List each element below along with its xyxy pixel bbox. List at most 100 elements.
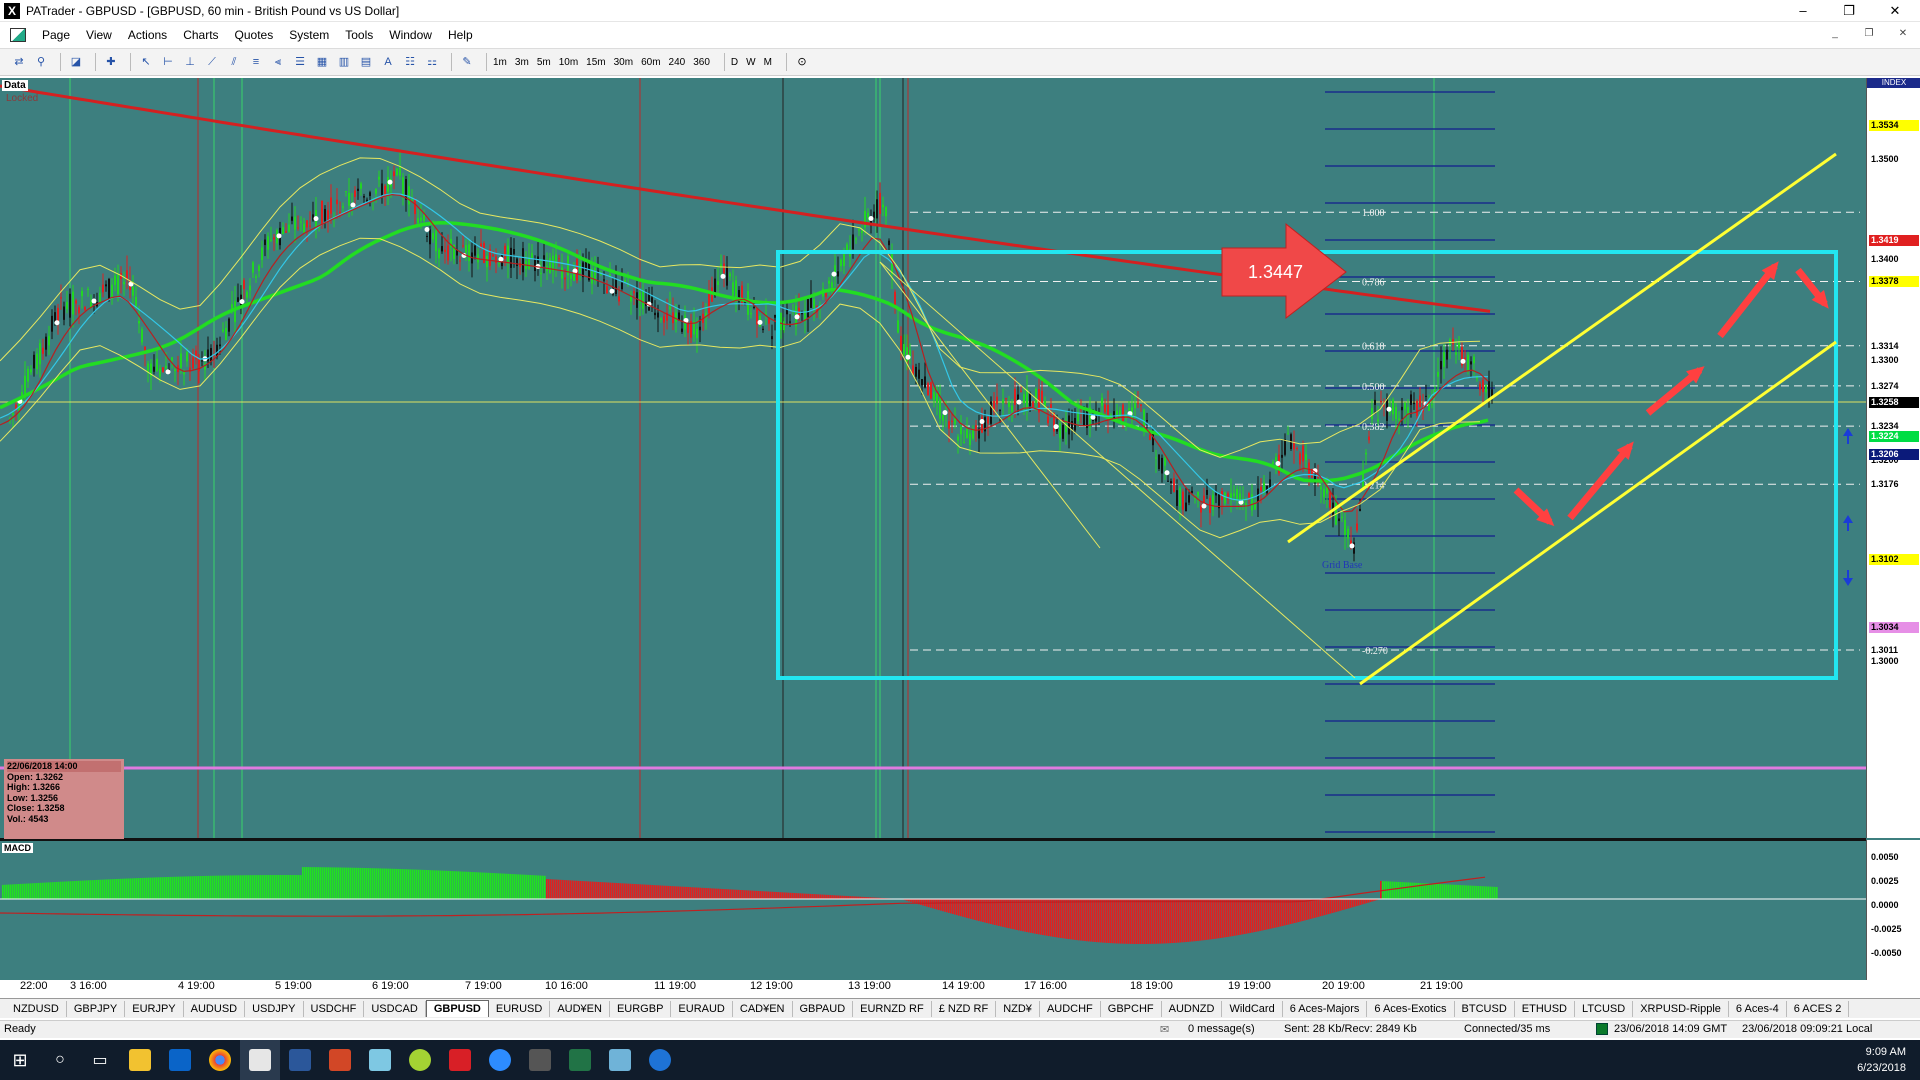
symbol-tab[interactable]: BTCUSD bbox=[1455, 1000, 1515, 1017]
timeframe-weekly-button[interactable]: W bbox=[746, 57, 755, 68]
timeframe-10m-button[interactable]: 10m bbox=[559, 57, 578, 68]
search-icon[interactable]: ○ bbox=[40, 1040, 80, 1080]
timeframe-daily-button[interactable]: D bbox=[731, 57, 738, 68]
cycles-icon[interactable]: ▥ bbox=[335, 53, 353, 71]
outlook-icon[interactable] bbox=[160, 1040, 200, 1080]
picture-icon[interactable] bbox=[600, 1040, 640, 1080]
rectangle-icon[interactable]: ▤ bbox=[357, 53, 375, 71]
symbol-tab[interactable]: AUDCHF bbox=[1040, 1000, 1101, 1017]
menu-help[interactable]: Help bbox=[440, 24, 481, 46]
fibonacci-icon[interactable]: ≡ bbox=[247, 53, 265, 71]
timeframe-3m-button[interactable]: 3m bbox=[515, 57, 529, 68]
symbol-tab[interactable]: NZDUSD bbox=[6, 1000, 67, 1017]
draw-icon[interactable]: ✎ bbox=[458, 53, 476, 71]
symbol-tab[interactable]: AUDUSD bbox=[184, 1000, 246, 1017]
symbol-tab[interactable]: GBPUSD bbox=[425, 1000, 489, 1017]
menu-charts[interactable]: Charts bbox=[175, 24, 226, 46]
notes-icon[interactable] bbox=[360, 1040, 400, 1080]
system-clock[interactable]: 9:09 AM 6/23/2018 bbox=[1857, 1044, 1906, 1076]
symbol-tab[interactable]: EURJPY bbox=[125, 1000, 184, 1017]
timeframe-1m-button[interactable]: 1m bbox=[493, 57, 507, 68]
word-icon[interactable] bbox=[280, 1040, 320, 1080]
crosshair-icon[interactable]: ✚ bbox=[102, 53, 120, 71]
calculator-icon[interactable] bbox=[520, 1040, 560, 1080]
file-explorer-icon[interactable] bbox=[120, 1040, 160, 1080]
powerpoint-icon[interactable] bbox=[320, 1040, 360, 1080]
clock-icon[interactable]: ⊙ bbox=[793, 53, 811, 71]
mdi-minimize-button[interactable]: _ bbox=[1826, 28, 1844, 42]
menu-actions[interactable]: Actions bbox=[120, 24, 175, 46]
chart-pin-icon[interactable]: ⚲ bbox=[32, 53, 50, 71]
symbol-tab[interactable]: 6 Aces-4 bbox=[1729, 1000, 1787, 1017]
symbol-tab[interactable]: USDJPY bbox=[245, 1000, 304, 1017]
price-axis[interactable]: INDEX 1.3500 1.3400 1.3300 1.3200 1.3000 1.35… bbox=[1866, 78, 1920, 838]
mdi-close-button[interactable]: ✕ bbox=[1894, 28, 1912, 42]
symbol-tab[interactable]: GBPJPY bbox=[67, 1000, 126, 1017]
symbol-tab[interactable]: LTCUSD bbox=[1575, 1000, 1634, 1017]
menu-tools[interactable]: Tools bbox=[337, 24, 381, 46]
status-messages[interactable]: 0 message(s) bbox=[1188, 1023, 1255, 1035]
hline-icon[interactable]: ⊢ bbox=[159, 53, 177, 71]
symbol-tab[interactable]: USDCAD bbox=[364, 1000, 426, 1017]
red-app-icon[interactable] bbox=[440, 1040, 480, 1080]
edge-icon[interactable] bbox=[640, 1040, 680, 1080]
n-app-icon[interactable] bbox=[400, 1040, 440, 1080]
pointer-icon[interactable]: ↖ bbox=[137, 53, 155, 71]
symbol-tab[interactable]: USDCHF bbox=[304, 1000, 365, 1017]
pattern-icon[interactable]: ⚏ bbox=[423, 53, 441, 71]
chart-cross-icon[interactable]: ⇄ bbox=[10, 53, 28, 71]
symbol-tab[interactable]: 6 Aces-Exotics bbox=[1367, 1000, 1455, 1017]
symbol-tab[interactable]: 6 Aces-Majors bbox=[1283, 1000, 1368, 1017]
symbol-tab[interactable]: £ NZD RF bbox=[932, 1000, 997, 1017]
text-icon[interactable]: A bbox=[379, 53, 397, 71]
symbol-tab[interactable]: GBPAUD bbox=[793, 1000, 854, 1017]
page-icon[interactable] bbox=[10, 28, 26, 42]
close-button[interactable]: ✕ bbox=[1872, 0, 1918, 22]
symbol-tab[interactable]: EURGBP bbox=[610, 1000, 672, 1017]
timeframe-60m-button[interactable]: 60m bbox=[641, 57, 660, 68]
symbol-tab[interactable]: EURAUD bbox=[671, 1000, 733, 1017]
menu-quotes[interactable]: Quotes bbox=[227, 24, 282, 46]
symbol-tab[interactable]: NZD¥ bbox=[996, 1000, 1040, 1017]
symbol-tab[interactable]: ETHUSD bbox=[1515, 1000, 1576, 1017]
chart-type-icon[interactable]: ◪ bbox=[67, 53, 85, 71]
symbol-tab[interactable]: 6 ACES 2 bbox=[1787, 1000, 1850, 1017]
timeframe-monthly-button[interactable]: M bbox=[764, 57, 772, 68]
timeframe-240-button[interactable]: 240 bbox=[669, 57, 686, 68]
trendline-icon[interactable]: ⟋ bbox=[203, 53, 221, 71]
chart-area[interactable]: 1.000 0.786 0.618 0.500 0.382 0.214 -0.270 Grid… bbox=[0, 78, 1920, 994]
fib-arc-icon[interactable]: ☰ bbox=[291, 53, 309, 71]
mdi-restore-button[interactable]: ❐ bbox=[1860, 28, 1878, 42]
zoom-icon[interactable] bbox=[480, 1040, 520, 1080]
timeframe-360-button[interactable]: 360 bbox=[693, 57, 710, 68]
start-icon[interactable]: ⊞ bbox=[0, 1040, 40, 1080]
minimize-button[interactable]: – bbox=[1780, 0, 1826, 22]
time-axis[interactable]: 22:00 3 16:00 4 19:00 5 19:00 6 19:00 7 19:00… bbox=[0, 980, 1920, 994]
patrader-icon[interactable] bbox=[240, 1040, 280, 1080]
menu-view[interactable]: View bbox=[78, 24, 120, 46]
excel-icon[interactable] bbox=[560, 1040, 600, 1080]
annotation-icon[interactable]: ☷ bbox=[401, 53, 419, 71]
channel-icon[interactable]: ⫽ bbox=[225, 53, 243, 71]
grid-icon[interactable]: ▦ bbox=[313, 53, 331, 71]
symbol-tab[interactable]: GBPCHF bbox=[1101, 1000, 1162, 1017]
menu-system[interactable]: System bbox=[281, 24, 337, 46]
message-icon[interactable]: ✉ bbox=[1160, 1023, 1169, 1036]
chrome-icon[interactable] bbox=[200, 1040, 240, 1080]
symbol-tab[interactable]: AUDNZD bbox=[1162, 1000, 1223, 1017]
symbol-tab[interactable]: EURUSD bbox=[489, 1000, 551, 1017]
menu-window[interactable]: Window bbox=[381, 24, 440, 46]
timeframe-5m-button[interactable]: 5m bbox=[537, 57, 551, 68]
menu-page[interactable]: Page bbox=[34, 24, 78, 46]
symbol-tab[interactable]: CAD¥EN bbox=[733, 1000, 793, 1017]
maximize-button[interactable]: ❐ bbox=[1826, 0, 1872, 22]
symbol-tab[interactable]: WildCard bbox=[1222, 1000, 1283, 1017]
timeframe-15m-button[interactable]: 15m bbox=[586, 57, 605, 68]
fib-fan-icon[interactable]: ⫷ bbox=[269, 53, 287, 71]
symbol-tab[interactable]: AUD¥EN bbox=[550, 1000, 610, 1017]
price-chart[interactable]: 1.0000.7860.6180.5000.3820.214-0.270Grid… bbox=[0, 78, 1866, 982]
symbol-tab[interactable]: XRPUSD-Ripple bbox=[1633, 1000, 1729, 1017]
timeframe-30m-button[interactable]: 30m bbox=[614, 57, 633, 68]
task-view-icon[interactable]: ▭ bbox=[80, 1040, 120, 1080]
symbol-tab[interactable]: EURNZD RF bbox=[853, 1000, 932, 1017]
